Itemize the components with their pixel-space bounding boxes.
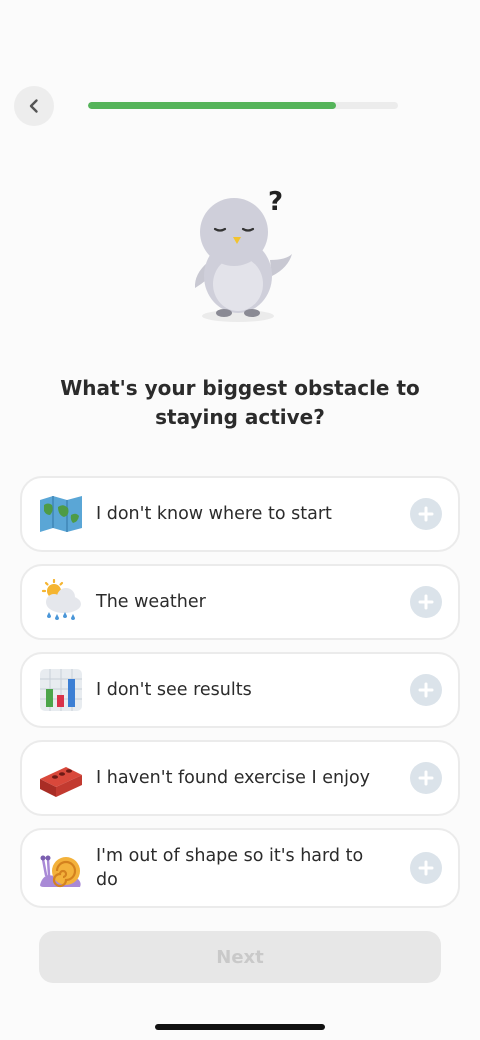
option-out-of-shape[interactable]: I'm out of shape so it's hard to do xyxy=(20,828,460,908)
add-button[interactable] xyxy=(410,498,442,530)
option-dont-know-where-to-start[interactable]: I don't know where to start xyxy=(20,476,460,552)
sun-rain-cloud-icon xyxy=(41,579,81,620)
add-button[interactable] xyxy=(410,762,442,794)
option-label: I don't know where to start xyxy=(96,504,332,524)
add-button[interactable] xyxy=(410,852,442,884)
progress-fill xyxy=(88,102,336,109)
progress-bar xyxy=(88,102,398,109)
option-dont-see-results[interactable]: I don't see results xyxy=(20,652,460,728)
map-icon xyxy=(40,496,82,532)
plus-icon xyxy=(418,860,434,876)
option-label: I don't see results xyxy=(96,680,252,700)
chevron-left-icon xyxy=(29,99,38,113)
next-button[interactable]: Next xyxy=(39,931,441,983)
add-button[interactable] xyxy=(410,674,442,706)
plus-icon xyxy=(418,682,434,698)
penguin-mascot-icon: ? xyxy=(194,187,292,322)
option-label: I haven't found exercise I enjoy xyxy=(96,768,371,788)
onboarding-screen: ? What's your biggest obstacle to stayin… xyxy=(0,0,480,1040)
plus-icon xyxy=(418,506,434,522)
home-indicator xyxy=(155,1024,325,1030)
plus-icon xyxy=(418,594,434,610)
option-the-weather[interactable]: The weather xyxy=(20,564,460,640)
option-label: The weather xyxy=(96,592,206,612)
option-havent-found-exercise[interactable]: I haven't found exercise I enjoy xyxy=(20,740,460,816)
question-mark: ? xyxy=(268,187,283,217)
question-heading: What's your biggest obstacle to staying … xyxy=(60,376,420,429)
option-label: I'm out of shape so it's hard to do xyxy=(96,846,364,890)
options-list: I don't know where to start The weather … xyxy=(20,476,460,920)
plus-icon xyxy=(418,770,434,786)
brick-icon xyxy=(40,767,82,797)
snail-icon xyxy=(40,855,81,888)
bar-chart-icon xyxy=(40,669,82,711)
back-button[interactable] xyxy=(14,86,54,126)
add-button[interactable] xyxy=(410,586,442,618)
